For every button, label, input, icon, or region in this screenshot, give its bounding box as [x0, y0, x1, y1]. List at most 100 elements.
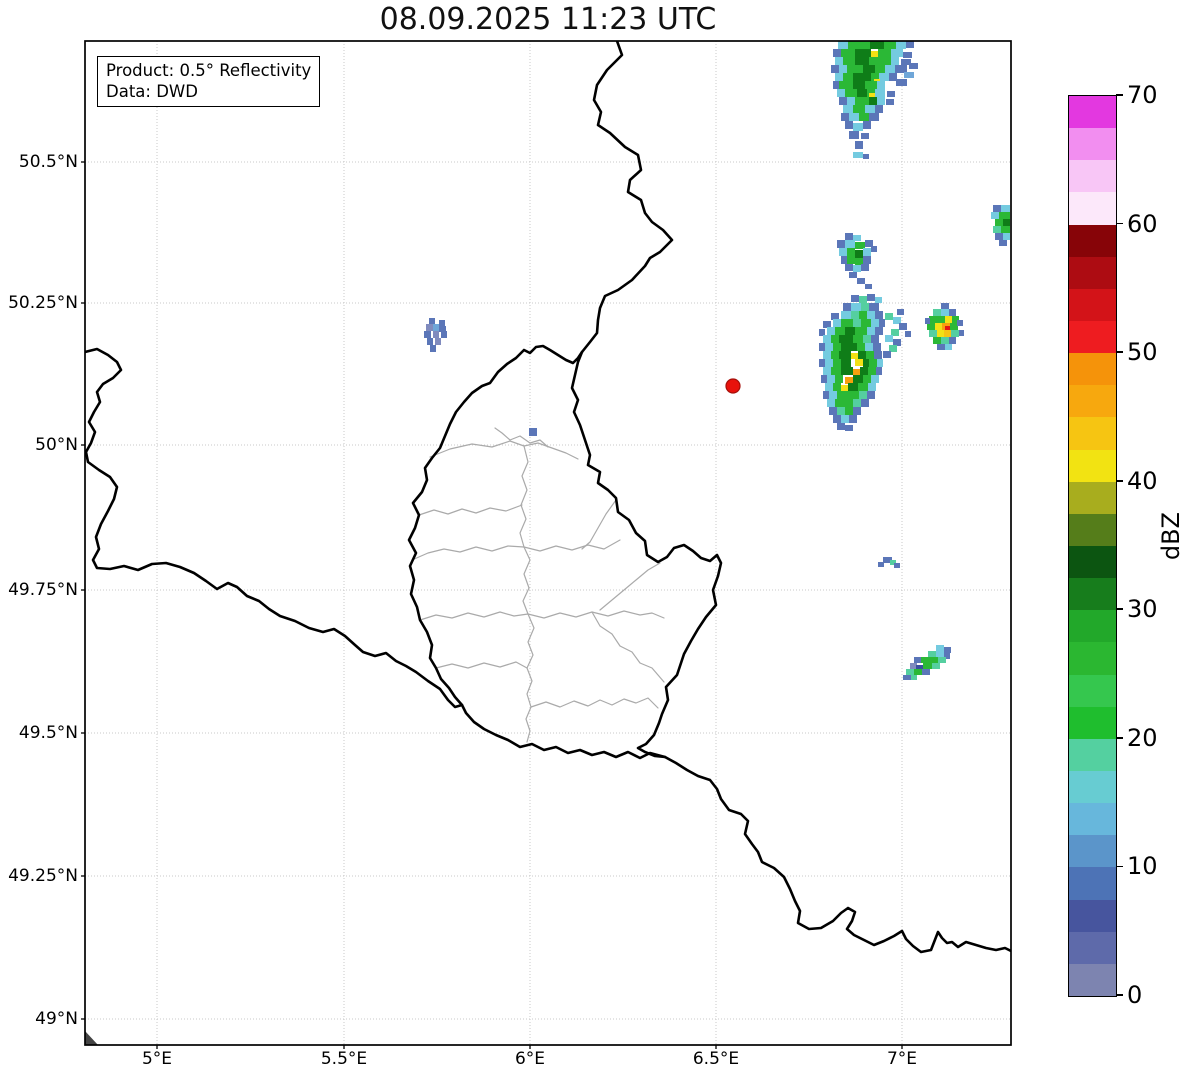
- radar-cell: [936, 651, 944, 657]
- radar-cell: [841, 385, 848, 391]
- axis-ticks: [81, 162, 902, 1049]
- colorbar-segment: [1069, 192, 1116, 224]
- colorbar-segment: [1069, 932, 1116, 964]
- radar-cell: [928, 651, 936, 657]
- radar-cell: [849, 415, 857, 423]
- radar-cell: [847, 256, 855, 264]
- radar-map-figure: 08.09.2025 11:23 UTC Product: 0.5° Refle…: [0, 0, 1202, 1081]
- radar-cell: [819, 359, 825, 367]
- colorbar-label: dBZ: [1157, 512, 1185, 560]
- radar-cell: [430, 345, 436, 352]
- radar-cell: [837, 240, 845, 248]
- radar-cell: [883, 351, 891, 358]
- radar-cell: [833, 359, 841, 367]
- country-borders: [85, 41, 1011, 952]
- radar-cell: [873, 343, 881, 351]
- radar-cell: [827, 327, 835, 335]
- radar-cell: [889, 345, 897, 352]
- radar-cell: [945, 344, 952, 350]
- radar-cell: [879, 73, 889, 81]
- country-border-path: [409, 346, 721, 758]
- radar-cell: [529, 428, 537, 436]
- radar-cell: [853, 105, 865, 113]
- radar-cell: [929, 330, 937, 337]
- admin-border-path: [531, 698, 658, 708]
- radar-cell: [849, 131, 859, 139]
- radar-cell: [847, 97, 855, 105]
- colorbar-tick: [1116, 994, 1123, 996]
- radar-cell: [837, 423, 845, 430]
- radar-cell: [833, 383, 841, 391]
- radar-cell: [871, 51, 878, 58]
- radar-cell: [853, 73, 871, 81]
- radar-cell: [859, 311, 867, 319]
- colorbar-tick-label: 60: [1127, 210, 1158, 238]
- map-plot-area: [0, 0, 1202, 1081]
- colorbar-tick: [1116, 608, 1123, 610]
- radar-cell: [904, 72, 914, 78]
- radar-cell: [863, 359, 869, 367]
- radar-cell: [857, 278, 865, 284]
- radar-cell: [1003, 219, 1010, 226]
- colorbar-segment: [1069, 578, 1116, 610]
- radar-cell: [831, 65, 839, 73]
- radar-cell: [843, 73, 853, 81]
- radar-cell: [841, 359, 851, 367]
- colorbar-tick-label: 50: [1127, 338, 1158, 366]
- map-inner-layer: [85, 41, 1011, 1045]
- colorbar-segment: [1069, 353, 1116, 385]
- colorbar-tick: [1116, 480, 1123, 482]
- colorbar-segment: [1069, 289, 1116, 321]
- radar-cell: [959, 330, 964, 336]
- y-tick-label: 49.25°N: [0, 866, 78, 886]
- colorbar-tick-label: 0: [1127, 981, 1142, 1009]
- radar-cell: [838, 41, 848, 49]
- colorbar-segment: [1069, 835, 1116, 867]
- country-border-path: [582, 41, 672, 352]
- country-border-path: [85, 349, 462, 707]
- product-info-box: Product: 0.5° Reflectivity Data: DWD: [97, 56, 320, 107]
- radar-cell: [835, 57, 843, 65]
- radar-cell: [911, 675, 917, 680]
- colorbar-segment: [1069, 964, 1116, 996]
- colorbar-segment: [1069, 803, 1116, 835]
- radar-cell: [441, 331, 447, 338]
- radar-cell: [839, 97, 847, 105]
- radar-cell: [859, 113, 869, 121]
- radar-cell: [921, 657, 930, 663]
- radar-cell: [853, 319, 861, 327]
- radar-cell: [861, 303, 869, 311]
- y-tick-label: 49.5°N: [0, 723, 78, 743]
- radar-cell: [879, 319, 885, 327]
- radar-cell: [823, 367, 831, 375]
- radar-cell: [906, 669, 914, 675]
- colorbar-segment: [1069, 514, 1116, 546]
- radar-cell: [855, 49, 871, 57]
- colorbar-tick-label: 20: [1127, 724, 1158, 752]
- radar-cell: [878, 562, 884, 567]
- radar-cell: [914, 669, 922, 675]
- radar-cell: [891, 49, 903, 57]
- radar-cell: [876, 367, 882, 375]
- radar-cell: [858, 351, 866, 359]
- x-tick-label: 5°E: [102, 1049, 212, 1069]
- radar-cell: [875, 327, 883, 335]
- radar-cell: [855, 242, 865, 249]
- radar-cell: [841, 256, 847, 264]
- radar-cell: [868, 367, 876, 375]
- radar-cell: [937, 316, 945, 323]
- colorbar-segment: [1069, 225, 1116, 257]
- colorbar-segment: [1069, 900, 1116, 932]
- admin-border-path: [582, 500, 616, 549]
- radar-cell: [853, 152, 863, 158]
- radar-cell: [853, 81, 865, 89]
- radar-cell: [819, 329, 825, 336]
- radar-cell: [889, 73, 897, 81]
- radar-cell: [893, 339, 901, 346]
- radar-cell: [845, 264, 853, 271]
- radar-cell: [897, 309, 904, 315]
- radar-cell: [869, 57, 875, 65]
- colorbar-tick-label: 30: [1127, 595, 1158, 623]
- radar-cell: [843, 105, 853, 113]
- colorbar-tick: [1116, 866, 1123, 868]
